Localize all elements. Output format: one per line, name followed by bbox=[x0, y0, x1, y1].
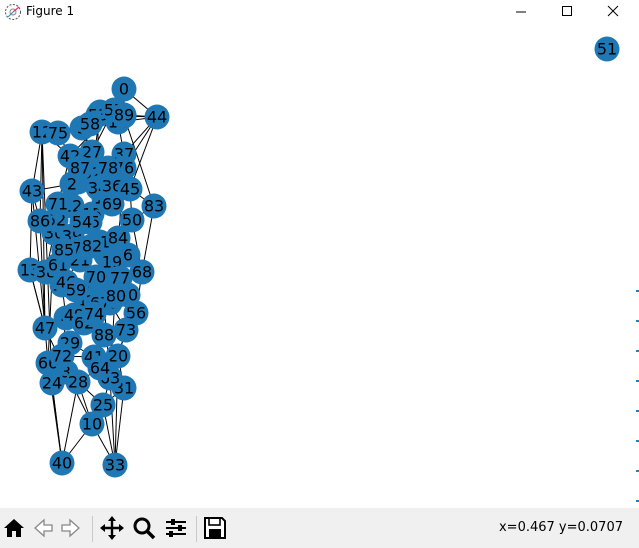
graph-node-label: 71 bbox=[48, 195, 68, 214]
graph-node-label: 28 bbox=[68, 373, 88, 392]
toolbar-separator bbox=[92, 516, 93, 542]
graph-node: 68 bbox=[129, 259, 155, 285]
graph-node: 78 bbox=[95, 155, 121, 181]
graph-node: 73 bbox=[113, 317, 139, 343]
graph-node: 58 bbox=[77, 111, 103, 137]
cursor-coordinates: x=0.467 y=0.0707 bbox=[498, 520, 623, 535]
pan-button[interactable] bbox=[99, 515, 125, 541]
graph-node: 82 bbox=[79, 233, 105, 259]
back-icon bbox=[34, 518, 53, 538]
window-title: Figure 1 bbox=[26, 4, 75, 18]
graph-node: 47 bbox=[32, 315, 58, 341]
graph-node: 43 bbox=[19, 178, 45, 204]
graph-node: 54 bbox=[69, 209, 95, 235]
graph-node-label: 64 bbox=[90, 359, 110, 378]
graph-node-label: 40 bbox=[52, 454, 72, 473]
graph-node-label: 70 bbox=[86, 268, 106, 287]
navigation-toolbar: x=0.467 y=0.0707 bbox=[0, 508, 639, 548]
close-icon bbox=[607, 5, 619, 17]
graph-node: 75 bbox=[45, 120, 71, 146]
graph-node-label: 73 bbox=[116, 321, 136, 340]
home-icon bbox=[4, 519, 24, 537]
forward-button[interactable] bbox=[58, 515, 84, 541]
graph-node: 28 bbox=[65, 369, 91, 395]
graph-node: 51 bbox=[594, 36, 620, 62]
matplotlib-logo-icon bbox=[5, 4, 21, 20]
graph-node: 33 bbox=[102, 452, 128, 478]
graph-node: 44 bbox=[144, 104, 170, 130]
graph-node-label: 0 bbox=[119, 80, 129, 99]
graph-node: 83 bbox=[141, 193, 167, 219]
graph-node-label: 69 bbox=[102, 195, 122, 214]
graph-node-label: 51 bbox=[597, 40, 617, 59]
graph-node-label: 85 bbox=[54, 241, 74, 260]
graph-node-label: 88 bbox=[94, 326, 114, 345]
graph-node: 80 bbox=[103, 283, 129, 309]
graph-node: 69 bbox=[99, 191, 125, 217]
graph-node-label: 72 bbox=[52, 347, 72, 366]
close-button[interactable] bbox=[591, 0, 637, 24]
graph-node: 40 bbox=[49, 450, 75, 476]
graph-node-label: 74 bbox=[84, 305, 104, 324]
graph-node: 84 bbox=[105, 225, 131, 251]
graph-node-label: 44 bbox=[147, 108, 167, 127]
graph-node-label: 89 bbox=[114, 106, 134, 125]
configure-subplots-icon bbox=[166, 519, 186, 537]
graph-node: 25 bbox=[90, 392, 116, 418]
save-icon bbox=[204, 517, 226, 539]
graph-canvas[interactable]: 0123456789101112131415161718192021222324… bbox=[0, 24, 639, 508]
graph-node-label: 43 bbox=[22, 182, 42, 201]
graph-node-label: 25 bbox=[93, 396, 113, 415]
graph-node: 64 bbox=[87, 355, 113, 381]
graph-node-label: 33 bbox=[105, 456, 125, 475]
graph-node: 89 bbox=[111, 102, 137, 128]
graph-node-label: 87 bbox=[70, 159, 90, 178]
graph-node-label: 45 bbox=[120, 180, 140, 199]
back-button[interactable] bbox=[30, 515, 56, 541]
save-button[interactable] bbox=[202, 515, 228, 541]
graph-node: 85 bbox=[51, 237, 77, 263]
graph-node-label: 84 bbox=[108, 229, 128, 248]
graph-node-label: 54 bbox=[72, 213, 92, 232]
graph-node: 88 bbox=[91, 322, 117, 348]
graph-node: 87 bbox=[67, 155, 93, 181]
graph-node-label: 24 bbox=[42, 374, 62, 393]
graph-node-label: 78 bbox=[98, 159, 118, 178]
graph-node-label: 47 bbox=[35, 319, 55, 338]
configure-subplots-button[interactable] bbox=[163, 515, 189, 541]
minimize-button[interactable] bbox=[499, 0, 545, 24]
graph-node-label: 82 bbox=[82, 237, 102, 256]
zoom-icon bbox=[133, 517, 156, 540]
graph-node-label: 58 bbox=[80, 115, 100, 134]
graph-node-label: 75 bbox=[48, 124, 68, 143]
graph-node: 70 bbox=[83, 264, 109, 290]
graph-node-label: 10 bbox=[82, 415, 102, 434]
toolbar-separator bbox=[196, 516, 197, 542]
maximize-icon bbox=[562, 6, 572, 16]
minimize-icon bbox=[516, 11, 526, 13]
home-button[interactable] bbox=[1, 515, 27, 541]
zoom-button[interactable] bbox=[131, 515, 157, 541]
graph-node-label: 80 bbox=[106, 287, 126, 306]
graph-node-label: 83 bbox=[144, 197, 164, 216]
graph-node: 72 bbox=[49, 343, 75, 369]
graph-node: 86 bbox=[27, 208, 53, 234]
graph-nodes: 0123456789101112131415161718192021222324… bbox=[17, 36, 620, 478]
graph-node-label: 68 bbox=[132, 263, 152, 282]
graph-node-label: 59 bbox=[66, 281, 86, 300]
maximize-button[interactable] bbox=[545, 0, 591, 24]
pan-icon bbox=[100, 516, 124, 540]
graph-node-label: 50 bbox=[122, 211, 142, 230]
graph-node-label: 86 bbox=[30, 212, 50, 231]
graph-edge bbox=[39, 131, 43, 222]
title-bar: Figure 1 bbox=[0, 0, 639, 24]
forward-icon bbox=[61, 518, 80, 538]
